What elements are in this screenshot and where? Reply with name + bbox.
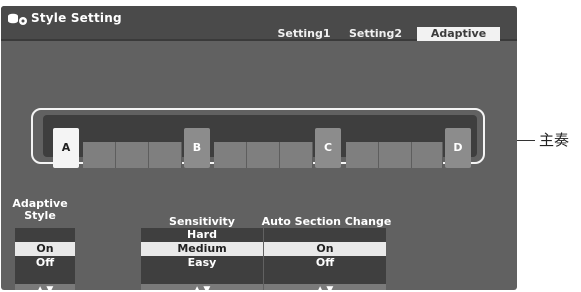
style-setting-screen: Style Setting Setting1 Setting2 Adaptive… [1,6,517,290]
section-step-cell [116,142,149,168]
callout-leader-line [517,140,535,141]
tab-setting1[interactable]: Setting1 [273,27,335,41]
auto-section-change-selector[interactable]: On Off ▲ ▼ [264,228,386,290]
section-step-cell [412,142,443,168]
auto-section-change-option-on[interactable]: On [264,242,386,256]
callout-label: 主奏 [539,131,570,149]
section-c-button[interactable]: C [315,128,341,168]
sensitivity-selector[interactable]: Hard Medium Easy ▲ ▼ [141,228,263,290]
adaptive-style-option-on[interactable]: On [15,242,75,256]
style-setting-icon [8,13,27,25]
adaptive-style-up-down-arrows[interactable]: ▲ ▼ [15,284,75,290]
adaptive-style-option-off[interactable]: Off [15,256,75,270]
sensitivity-label: Sensitivity [169,215,235,228]
section-a-button[interactable]: A [53,128,79,168]
section-step-cell [280,142,313,168]
title-bar: Style Setting Setting1 Setting2 Adaptive [1,6,517,41]
auto-section-change-up-down-arrows[interactable]: ▲ ▼ [264,284,386,290]
section-d-button[interactable]: D [445,128,471,168]
section-b-button[interactable]: B [184,128,210,168]
auto-section-change-option-off[interactable]: Off [264,256,386,270]
adaptive-style-selector[interactable]: On Off ▲ ▼ [15,228,75,290]
sensitivity-option-medium[interactable]: Medium [141,242,263,256]
adaptive-style-label: Adaptive Style [12,197,68,222]
sensitivity-option-hard[interactable]: Hard [141,228,263,242]
page-title: Style Setting [31,11,122,25]
section-step-cell [247,142,280,168]
section-step-cell [346,142,379,168]
auto-section-change-label: Auto Section Change [261,215,392,228]
tab-adaptive[interactable]: Adaptive [417,27,500,41]
section-step-cell [379,142,412,168]
tab-setting2[interactable]: Setting2 [344,27,407,41]
section-step-cell [149,142,182,168]
section-step-cell [214,142,247,168]
sensitivity-option-easy[interactable]: Easy [141,256,263,270]
sensitivity-up-down-arrows[interactable]: ▲ ▼ [141,284,263,290]
section-step-cell [83,142,116,168]
